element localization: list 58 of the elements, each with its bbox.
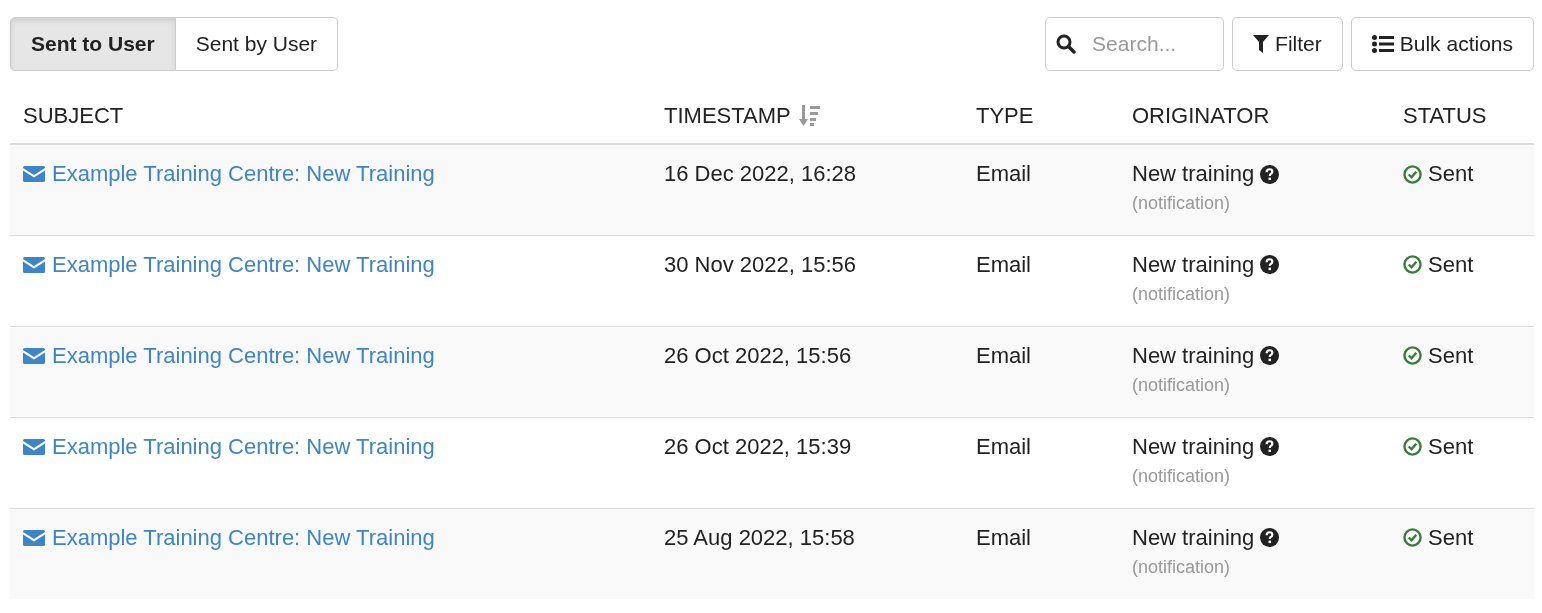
envelope-icon xyxy=(23,529,45,546)
timestamp-text: 25 Aug 2022, 15:58 xyxy=(664,524,855,550)
column-header[interactable]: TIMESTAMP xyxy=(664,103,791,129)
originator-text: New training xyxy=(1132,342,1255,369)
search-field[interactable]: Search... xyxy=(1045,17,1225,71)
originator-text: New training xyxy=(1132,433,1255,460)
originator-text: New training xyxy=(1132,524,1255,551)
list-icon xyxy=(1371,35,1394,53)
status-text: Sent xyxy=(1428,433,1474,460)
envelope-icon xyxy=(23,166,45,182)
bulk-actions-button[interactable]: Bulk actions xyxy=(1350,17,1534,71)
originator-note: (notification) xyxy=(1132,283,1231,305)
check-circle-icon xyxy=(1403,164,1422,184)
help-icon[interactable] xyxy=(1260,164,1280,184)
timestamp-text: 26 Oct 2022, 15:39 xyxy=(664,433,852,459)
check-circle-icon xyxy=(1403,346,1422,365)
envelope-icon xyxy=(23,347,45,364)
envelope-icon xyxy=(23,438,45,455)
originator-note: (notification) xyxy=(1132,193,1231,214)
column-header[interactable]: STATUS xyxy=(1403,103,1487,129)
originator-note: (notification) xyxy=(1132,465,1231,487)
originator-note: (notification) xyxy=(1132,556,1231,578)
check-circle-icon xyxy=(1403,528,1422,547)
sort-icon[interactable] xyxy=(798,105,821,128)
help-icon[interactable] xyxy=(1260,346,1280,365)
envelope-icon xyxy=(23,256,45,273)
timestamp-text: 26 Oct 2022, 15:56 xyxy=(664,342,852,368)
column-header[interactable]: TYPE xyxy=(976,103,1034,129)
timestamp-text: 16 Dec 2022, 16:28 xyxy=(664,161,857,186)
tab[interactable]: Sent by User xyxy=(175,17,339,71)
funnel-icon xyxy=(1253,35,1270,53)
originator-text: New training xyxy=(1132,251,1255,278)
type-text: Email xyxy=(976,342,1031,368)
help-icon[interactable] xyxy=(1260,255,1280,274)
column-header[interactable]: SUBJECT xyxy=(23,103,124,129)
subject-link[interactable]: Example Training Centre: New Training xyxy=(23,342,435,369)
type-text: Email xyxy=(976,251,1031,277)
type-text: Email xyxy=(976,524,1031,550)
originator-note: (notification) xyxy=(1132,374,1231,396)
subject-link[interactable]: Example Training Centre: New Training xyxy=(23,251,435,278)
subject-link[interactable]: Example Training Centre: New Training xyxy=(23,161,435,187)
help-icon[interactable] xyxy=(1260,528,1280,547)
tab[interactable]: Sent to User xyxy=(10,17,176,71)
column-header[interactable]: ORIGINATOR xyxy=(1132,103,1270,129)
subject-link[interactable]: Example Training Centre: New Training xyxy=(23,433,435,460)
timestamp-text: 30 Nov 2022, 15:56 xyxy=(664,251,857,277)
check-circle-icon xyxy=(1403,255,1422,274)
subject-link[interactable]: Example Training Centre: New Training xyxy=(23,524,435,551)
status-text: Sent xyxy=(1428,524,1474,551)
type-text: Email xyxy=(976,161,1031,186)
help-icon[interactable] xyxy=(1260,437,1280,456)
check-circle-icon xyxy=(1403,437,1422,456)
status-text: Sent xyxy=(1428,251,1474,278)
originator-text: New training xyxy=(1132,161,1255,187)
status-text: Sent xyxy=(1428,161,1474,187)
type-text: Email xyxy=(976,433,1031,459)
status-text: Sent xyxy=(1428,342,1474,369)
filter-button[interactable]: Filter xyxy=(1232,17,1343,71)
